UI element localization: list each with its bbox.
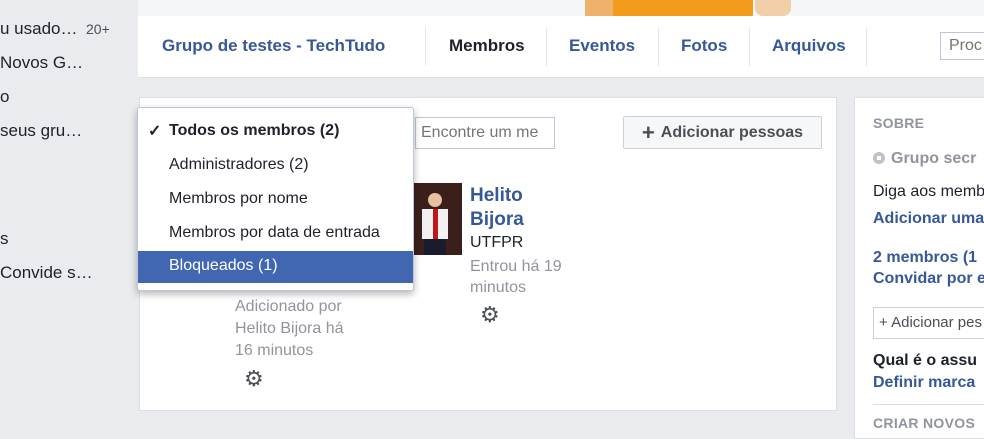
invite-email-link[interactable]: Convidar por e [873,270,984,288]
sidebar-item-label: u usado… [0,19,78,38]
filter-blocked[interactable]: Bloqueados (1) [138,251,413,283]
member-added-line: Adicionado por [235,298,342,315]
sidebar-item-recent[interactable]: u usado… [0,19,78,39]
filter-item-label: Membros por data de entrada [169,224,380,241]
filter-by-name[interactable]: Membros por nome [138,184,413,216]
sidebar-item-label: Convide s… [0,263,93,282]
sidebar-item-label: o [0,87,10,106]
checkmark-icon: ✓ [148,123,162,140]
cover-graphic [585,0,753,16]
sidebar-item-invite[interactable]: Convide s… [0,263,93,283]
member-name-line: Helito [470,185,523,206]
set-tags-link[interactable]: Definir marca [873,374,975,392]
about-card: SOBRE Grupo secr Diga aos memb Adicionar… [854,97,984,439]
tab-files[interactable]: Arquivos [772,36,846,56]
filter-item-label: Bloqueados (1) [169,257,278,274]
filter-item-label: Todos os membros (2) [169,122,340,139]
about-tell-text: Diga aos memb [873,183,984,200]
add-people-label: Adicionar pessoas [660,123,804,141]
nav-divider [546,28,547,66]
nav-divider [425,28,426,66]
add-description-link[interactable]: Adicionar uma [873,210,984,228]
members-count-link[interactable]: 2 membros (1 [873,249,977,267]
filter-admins[interactable]: Administradores (2) [138,150,413,182]
member-settings-gear-icon[interactable]: ⚙ [244,366,264,392]
left-sidebar: u usado… 20+ Novos G… o seus gru… s Conv… [0,0,130,439]
member-joined-line: minutos [470,279,527,296]
avatar-pants [424,239,446,255]
filter-item-label: Membros por nome [169,190,308,207]
member-joined-info: Entrou há 19 minutos [470,256,580,298]
cover-graphic-detail [755,0,791,16]
sidebar-item-new-groups[interactable]: Novos G… [0,53,83,73]
member-added-info: Adicionado por Helito Bijora há 16 minut… [235,296,375,362]
sidebar-item-label: s [0,229,9,248]
nav-divider [658,28,659,66]
member-joined-line: Entrou há 19 [470,258,562,275]
avatar-face [428,193,442,207]
sidebar-item-count: 20+ [86,21,110,37]
member-school: UTFPR [470,234,524,251]
member-added-line: 16 minutos [235,342,314,359]
filter-by-join-date[interactable]: Membros por data de entrada [138,218,413,250]
divider [873,404,984,405]
group-search-input[interactable] [940,32,984,60]
avatar-tie [433,209,438,239]
group-name-link[interactable]: Grupo de testes - TechTudo [162,36,385,56]
member-added-line: Helito Bijora há [235,320,344,337]
sidebar-item-3[interactable]: o [0,87,9,107]
create-new-heading: CRIAR NOVOS [873,415,976,431]
group-privacy: Grupo secr [873,150,976,168]
plus-icon: + [641,119,655,145]
find-member-input[interactable] [415,117,555,149]
about-heading: SOBRE [873,115,925,131]
member-name-line: Bijora [470,209,524,230]
member-avatar[interactable] [414,183,462,255]
sidebar-item-5[interactable]: s [0,229,9,249]
tags-question: Qual é o assu [873,352,978,369]
member-settings-gear-icon[interactable]: ⚙ [480,302,500,328]
tab-photos[interactable]: Fotos [681,36,727,56]
group-nav-bar: Grupo de testes - TechTudo Membros Event… [138,16,984,78]
tab-members[interactable]: Membros [449,36,525,56]
group-privacy-label: Grupo secr [891,150,977,167]
nav-divider [749,28,750,66]
sidebar-item-label: Novos G… [0,53,84,72]
add-people-input[interactable]: + Adicionar pes [873,307,984,339]
filter-all-members[interactable]: ✓ Todos os membros (2) [138,116,413,148]
nav-divider [866,28,867,66]
lock-icon [873,152,885,164]
add-people-button[interactable]: + Adicionar pessoas [623,116,822,149]
sidebar-item-label: seus gru… [0,121,83,140]
tab-events[interactable]: Eventos [569,36,635,56]
sidebar-item-your-groups[interactable]: seus gru… [0,121,82,141]
filter-item-label: Administradores (2) [169,156,309,173]
group-cover-photo [138,0,984,16]
member-name-link[interactable]: Helito Bijora [470,184,560,232]
member-filter-dropdown: ✓ Todos os membros (2) Administradores (… [137,107,414,291]
